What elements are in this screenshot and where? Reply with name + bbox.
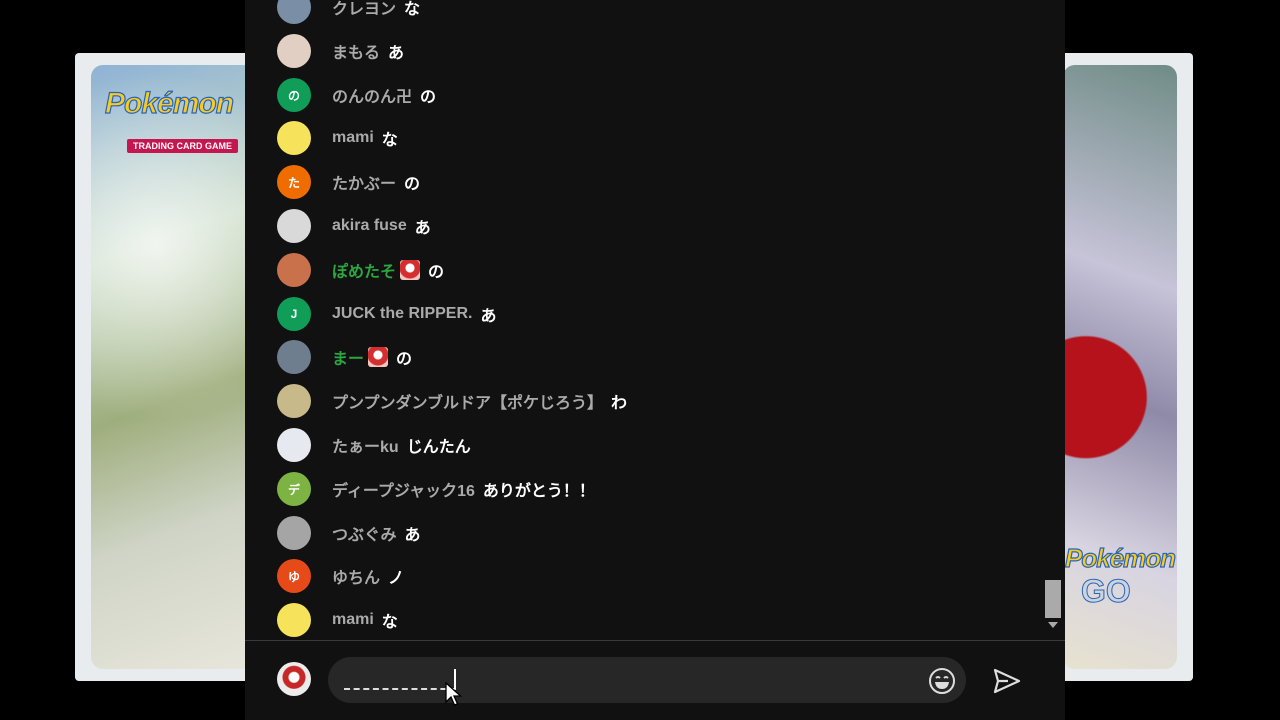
message-text: わ	[611, 395, 628, 412]
trading-card-game-label: TRADING CARD GAME	[127, 139, 238, 153]
author-avatar[interactable]: ゆ	[277, 559, 311, 593]
pokemon-card-left: Pokémon TRADING CARD GAME	[75, 53, 255, 681]
author-avatar[interactable]	[277, 253, 311, 287]
chat-message[interactable]: たぁーku じんたん	[277, 428, 471, 462]
author-avatar[interactable]	[277, 340, 311, 374]
message-text: あ	[404, 527, 421, 544]
author-name[interactable]: たかぶー	[332, 170, 396, 194]
pokemon-card-right: Pokémon GO	[1055, 53, 1193, 681]
chat-message[interactable]: プンプンダンブルドア【ポケじろう】わ	[277, 384, 627, 418]
message-text: あ	[480, 308, 497, 325]
author-name[interactable]: akira fuse	[332, 217, 407, 235]
author-name[interactable]: プンプンダンブルドア【ポケじろう】	[332, 389, 603, 413]
author-name[interactable]: ディープジャック16	[332, 477, 475, 501]
author-avatar[interactable]	[277, 209, 311, 243]
author-name[interactable]: ゆちん	[332, 564, 380, 588]
author-name[interactable]: mami	[332, 129, 374, 147]
chat-message[interactable]: まー の	[277, 340, 412, 374]
chat-message[interactable]: akira fuse あ	[277, 209, 431, 243]
message-text: の	[396, 351, 413, 368]
author-avatar[interactable]	[277, 121, 311, 155]
author-name[interactable]: JUCK the RIPPER.	[332, 305, 472, 323]
author-name[interactable]: ぽめたそ	[332, 258, 396, 282]
author-name[interactable]: たぁーku	[332, 433, 399, 457]
member-badge-icon	[400, 260, 421, 280]
author-avatar[interactable]	[277, 384, 311, 418]
chat-message[interactable]: J JUCK the RIPPER. あ	[277, 297, 496, 331]
chat-message[interactable]: まもるあ	[277, 34, 404, 68]
emoji-button[interactable]	[927, 666, 957, 696]
chat-message[interactable]: mami な	[277, 603, 398, 637]
pokemon-logo: Pokémon	[1064, 542, 1176, 573]
message-text: な	[381, 132, 398, 149]
author-avatar[interactable]: た	[277, 165, 311, 199]
scroll-down-arrow-icon[interactable]	[1048, 622, 1058, 628]
author-avatar[interactable]: デ	[277, 472, 311, 506]
message-text: の	[404, 176, 421, 193]
send-icon	[993, 668, 1021, 694]
author-name[interactable]: のんのん卍	[332, 83, 412, 107]
message-text: ありがとう！！	[482, 483, 595, 500]
message-text: の	[420, 89, 437, 106]
chat-message[interactable]: たたかぶーの	[277, 165, 420, 199]
pokemon-logo: Pokémon	[104, 86, 234, 120]
author-name[interactable]: まもる	[332, 39, 380, 63]
chat-message[interactable]: つぶぐみあ	[277, 516, 421, 550]
author-name[interactable]: まー	[332, 345, 364, 369]
chat-message-list[interactable]: クレヨンなまもるあののんのん卍の mami なたたかぶーの akira fuse あぽめ…	[245, 0, 1045, 640]
chat-scrollbar-thumb[interactable]	[1045, 580, 1061, 618]
message-text: じんたん	[406, 439, 471, 456]
smiley-icon	[929, 668, 955, 694]
author-name[interactable]: クレヨン	[332, 0, 396, 19]
chat-message[interactable]: クレヨンな	[277, 0, 420, 24]
message-text: ノ	[388, 570, 405, 587]
author-avatar[interactable]	[277, 0, 311, 24]
chat-message-input[interactable]	[328, 657, 966, 703]
author-avatar[interactable]	[277, 428, 311, 462]
author-avatar[interactable]	[277, 34, 311, 68]
author-avatar[interactable]: の	[277, 78, 311, 112]
live-chat-panel: クレヨンなまもるあののんのん卍の mami なたたかぶーの akira fuse あぽめ…	[245, 0, 1065, 720]
chat-message[interactable]: ぽめたそ の	[277, 253, 444, 287]
member-badge-icon	[368, 347, 389, 367]
message-text: の	[428, 264, 445, 281]
author-name[interactable]: mami	[332, 611, 374, 629]
author-avatar[interactable]	[277, 516, 311, 550]
chat-message[interactable]: ゆゆちんノ	[277, 559, 404, 593]
my-avatar	[277, 662, 311, 696]
author-avatar[interactable]: J	[277, 297, 311, 331]
author-name[interactable]: つぶぐみ	[332, 521, 396, 545]
message-text: あ	[414, 220, 431, 237]
composer-divider	[245, 640, 1065, 641]
send-button[interactable]	[992, 666, 1022, 696]
card-artwork	[91, 65, 255, 669]
go-logo: GO	[1081, 573, 1132, 610]
author-avatar[interactable]	[277, 603, 311, 637]
message-text: な	[404, 1, 421, 18]
chat-message[interactable]: デディープジャック16 ありがとう！！	[277, 472, 595, 506]
message-text: な	[381, 614, 398, 631]
chat-message[interactable]: ののんのん卍の	[277, 78, 436, 112]
chat-message[interactable]: mami な	[277, 121, 398, 155]
message-text: あ	[388, 45, 405, 62]
